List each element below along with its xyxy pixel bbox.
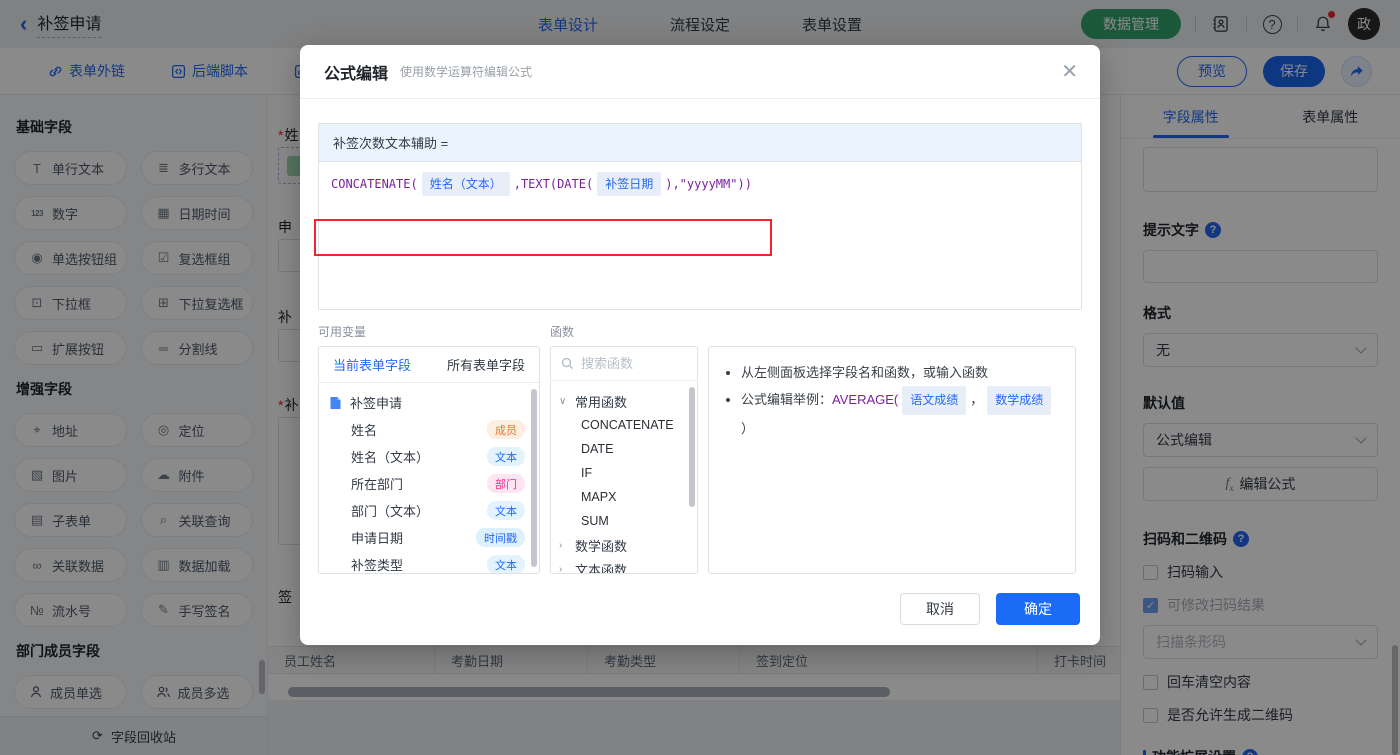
function-item[interactable]: CONCATENATE [559, 413, 689, 437]
variable-label: 申请日期 [351, 531, 404, 546]
formula-text: ,TEXT(DATE( [513, 177, 594, 191]
function-group[interactable]: › 数学函数 [559, 533, 689, 557]
formula-text: CONCATENATE( [331, 177, 418, 191]
variable-item[interactable]: 补签类型 文本 [319, 551, 539, 573]
function-search-input[interactable] [581, 356, 681, 371]
tab-current-form-fields[interactable]: 当前表单字段 [333, 355, 411, 374]
modal-subtitle: 使用数学运算符编辑公式 [400, 65, 533, 79]
variable-label: 姓名（文本） [351, 450, 430, 465]
formula-text: ， [970, 392, 984, 407]
field-chip[interactable]: 数学成绩 [987, 386, 1052, 415]
function-group-label: 常用函数 [575, 394, 628, 410]
field-type-badge: 部门 [487, 474, 525, 493]
function-item[interactable]: MAPX [559, 485, 689, 509]
function-group-label: 数学函数 [575, 538, 628, 554]
form-doc-icon [329, 396, 343, 410]
function-group[interactable]: › 文本函数 [559, 557, 689, 574]
variable-item[interactable]: 所在部门 部门 [319, 470, 539, 497]
cancel-button[interactable]: 取消 [900, 593, 980, 625]
function-item[interactable]: DATE [559, 437, 689, 461]
variables-root-label: 补签申请 [350, 396, 403, 411]
variables-panel: 当前表单字段 所有表单字段 补签申请 姓名 成员 姓名（文本） 文本 所在部门 部门 部门（文… [318, 346, 540, 574]
confirm-button[interactable]: 确定 [996, 593, 1080, 625]
field-chip[interactable]: 补签日期 [597, 172, 662, 196]
field-type-badge: 文本 [487, 555, 525, 573]
field-chip[interactable]: 姓名（文本） [421, 172, 510, 196]
variable-label: 补签类型 [351, 558, 404, 573]
variables-scrollbar[interactable] [531, 389, 537, 567]
functions-scrollbar[interactable] [689, 387, 695, 507]
functions-label: 函数 [550, 325, 575, 339]
tip-line: 公式编辑举例：AVERAGE(语文成绩，数学成绩 ） [741, 386, 1059, 442]
formula-text: ),"yyyyMM")) [665, 177, 752, 191]
modal-body: 补签次数文本辅助 = CONCATENATE(姓名（文本） ,TEXT(DATE(… [300, 99, 1100, 574]
vars-label: 可用变量 [318, 325, 367, 339]
function-search[interactable] [551, 347, 697, 381]
variable-label: 姓名 [351, 423, 378, 438]
tab-all-form-fields[interactable]: 所有表单字段 [447, 355, 525, 374]
variables-list: 补签申请 姓名 成员 姓名（文本） 文本 所在部门 部门 部门（文本） 文本 申请日期 时间戳 补签类… [319, 383, 539, 573]
variable-item[interactable]: 姓名 成员 [319, 416, 539, 443]
app-root: ‹ 补签申请 表单设计 流程设定 表单设置 数据管理 ? 政 表单外链 后端脚本… [0, 0, 1400, 755]
columns: 当前表单字段 所有表单字段 补签申请 姓名 成员 姓名（文本） 文本 所在部门 部门 部门（文… [318, 346, 1082, 574]
function-item[interactable]: IF [559, 461, 689, 485]
field-type-badge: 文本 [487, 501, 525, 520]
chevron-down-icon: ∨ [559, 395, 567, 407]
tip-line: 从左侧面板选择字段名和函数，或输入函数 [741, 359, 1059, 386]
chevron-right-icon: › [559, 539, 563, 551]
variables-tabs: 当前表单字段 所有表单字段 [319, 347, 539, 383]
field-chip[interactable]: 语文成绩 [902, 386, 967, 415]
function-group[interactable]: ∨ 常用函数 [559, 389, 689, 413]
column-labels: 可用变量 函数 [318, 323, 1082, 340]
formula-target: 补签次数文本辅助 = [319, 124, 1081, 162]
variable-item[interactable]: 部门（文本） 文本 [319, 497, 539, 524]
modal-title: 公式编辑 [324, 65, 389, 83]
formula-text: ） [741, 421, 755, 436]
variable-item[interactable]: 姓名（文本） 文本 [319, 443, 539, 470]
field-type-badge: 文本 [487, 447, 525, 466]
variables-root[interactable]: 补签申请 [319, 389, 539, 416]
variable-item[interactable]: 申请日期 时间戳 [319, 524, 539, 551]
formula-editor-modal: 公式编辑 使用数学运算符编辑公式 ✕ 补签次数文本辅助 = CONCATENAT… [300, 45, 1100, 645]
tips-panel: 从左侧面板选择字段名和函数，或输入函数 公式编辑举例：AVERAGE(语文成绩，… [708, 346, 1076, 574]
field-type-badge: 时间戳 [476, 528, 525, 547]
variable-label: 所在部门 [351, 477, 404, 492]
chevron-right-icon: › [559, 563, 563, 574]
modal-footer: 取消 确定 [900, 593, 1080, 625]
search-icon [561, 357, 574, 370]
formula-input[interactable]: CONCATENATE(姓名（文本） ,TEXT(DATE(补签日期),"yyyy… [319, 162, 1081, 309]
variable-label: 部门（文本） [351, 504, 430, 519]
functions-panel: ∨ 常用函数 CONCATENATEDATEIFMAPXSUM › 数学函数 › 文本函数 [550, 346, 698, 574]
formula-editor: 补签次数文本辅助 = CONCATENATE(姓名（文本） ,TEXT(DATE(… [318, 123, 1082, 310]
function-group-label: 文本函数 [575, 562, 628, 574]
formula-text: 公式编辑举例： [741, 392, 833, 407]
formula-text: AVERAGE( [832, 392, 899, 407]
functions-tree: ∨ 常用函数 CONCATENATE DATE IF MAPX SUM › 数学函数 › 文本函数 [551, 381, 697, 574]
close-icon[interactable]: ✕ [1061, 59, 1078, 84]
modal-header: 公式编辑 使用数学运算符编辑公式 ✕ [300, 45, 1100, 99]
function-item[interactable]: SUM [559, 509, 689, 533]
field-type-badge: 成员 [487, 420, 525, 439]
